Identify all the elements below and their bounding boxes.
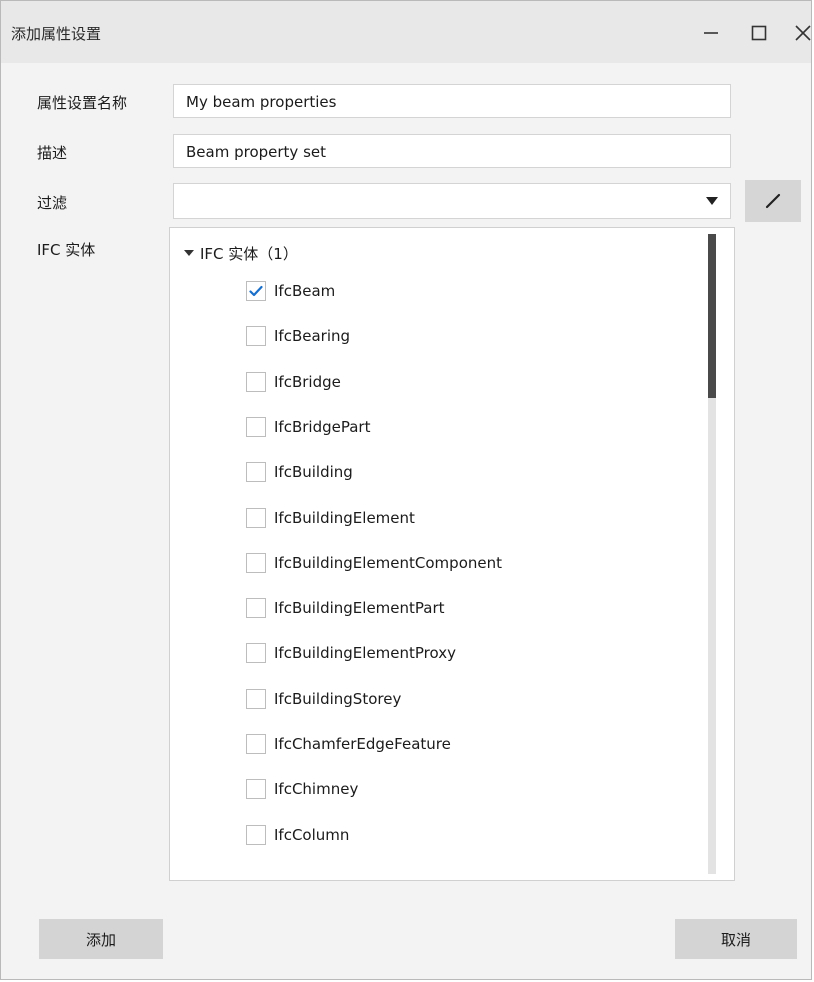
tree-item-label: IfcBuildingElementPart [274, 599, 445, 618]
minimize-button[interactable] [693, 15, 729, 51]
tree-item[interactable]: IfcBuildingElementComponent [246, 552, 502, 574]
tree-item[interactable]: IfcChamferEdgeFeature [246, 733, 451, 755]
tree-scrollbar[interactable] [708, 234, 716, 874]
title-bar[interactable]: 添加属性设置 [1, 1, 811, 63]
tree-item-label: IfcBeam [274, 282, 336, 300]
checkbox[interactable] [246, 326, 266, 347]
chevron-down-icon [706, 197, 718, 205]
tree-item-label: IfcBearing [274, 327, 351, 346]
description-label: 描述 [37, 144, 68, 162]
scrollbar-thumb[interactable] [708, 234, 716, 398]
tree-item[interactable]: IfcBuildingStorey [246, 688, 401, 710]
checkbox[interactable] [246, 416, 266, 437]
tree-item[interactable]: IfcBridgePart [246, 416, 370, 438]
tree-item-label: IfcBuildingStorey [274, 689, 402, 708]
tree-item[interactable]: IfcBridge [246, 371, 341, 393]
name-input[interactable]: My beam properties [173, 84, 731, 118]
checkbox[interactable] [246, 462, 266, 483]
tree-item-label: IfcBuilding [274, 463, 353, 482]
close-icon [795, 25, 811, 41]
checkbox[interactable] [246, 688, 266, 709]
tree-item[interactable]: IfcBuildingElementPart [246, 597, 445, 619]
add-button[interactable]: 添加 [39, 919, 163, 959]
maximize-button[interactable] [741, 15, 777, 51]
minimize-icon [704, 32, 718, 34]
pencil-icon [765, 193, 781, 209]
tree-item[interactable]: IfcBearing [246, 325, 350, 347]
tree-item[interactable]: IfcChimney [246, 778, 358, 800]
maximize-icon [751, 25, 767, 41]
checkbox[interactable] [246, 779, 266, 800]
tree-item-label: IfcChamferEdgeFeature [274, 735, 451, 753]
caret-down-icon[interactable] [184, 249, 194, 257]
checkbox[interactable] [246, 371, 266, 392]
checkbox[interactable] [246, 734, 266, 754]
name-label: 属性设置名称 [37, 94, 128, 112]
tree-item-label: IfcBuildingElement [274, 508, 415, 527]
checkbox[interactable] [246, 507, 266, 528]
checkbox-checked[interactable] [246, 281, 266, 301]
tree-item[interactable]: IfcBuildingElement [246, 507, 415, 529]
tree-item[interactable]: IfcBuilding [246, 461, 353, 483]
checkbox[interactable] [246, 643, 266, 664]
description-input[interactable]: Beam property set [173, 134, 731, 168]
cancel-button[interactable]: 取消 [675, 919, 797, 959]
filter-label: 过滤 [37, 194, 68, 212]
tree-item-label: IfcChimney [274, 780, 359, 799]
tree-item-label: IfcBuildingElementComponent [274, 553, 502, 572]
tree-item[interactable]: IfcBuildingElementProxy [246, 642, 456, 664]
close-button[interactable] [785, 15, 814, 51]
tree-item-label: IfcBridgePart [274, 417, 371, 436]
tree-item-label: IfcBuildingElementProxy [274, 644, 456, 663]
tree-root-node[interactable]: IFC 实体（1） [184, 242, 298, 264]
edit-filter-button[interactable] [745, 180, 801, 222]
tree-item[interactable]: IfcColumn [246, 824, 349, 846]
window-title: 添加属性设置 [11, 25, 102, 43]
tree-item[interactable]: IfcBeam [246, 280, 335, 302]
ifc-entity-label: IFC 实体 [37, 241, 96, 259]
tree-item-label: IfcBridge [274, 372, 341, 391]
tree-root-label: IFC 实体（1） [200, 244, 298, 263]
ifc-entity-tree[interactable]: IFC 实体（1） IfcBeam IfcBearing IfcBridge IfcB… [169, 227, 735, 881]
tree-item-label: IfcColumn [274, 825, 350, 844]
checkbox[interactable] [246, 824, 266, 845]
filter-dropdown[interactable] [173, 183, 731, 219]
checkmark-icon [249, 285, 263, 297]
checkbox[interactable] [246, 598, 266, 619]
add-property-set-dialog: 添加属性设置 属性设置名称 My beam properties 描述 Beam… [0, 0, 812, 980]
checkbox[interactable] [246, 552, 266, 573]
